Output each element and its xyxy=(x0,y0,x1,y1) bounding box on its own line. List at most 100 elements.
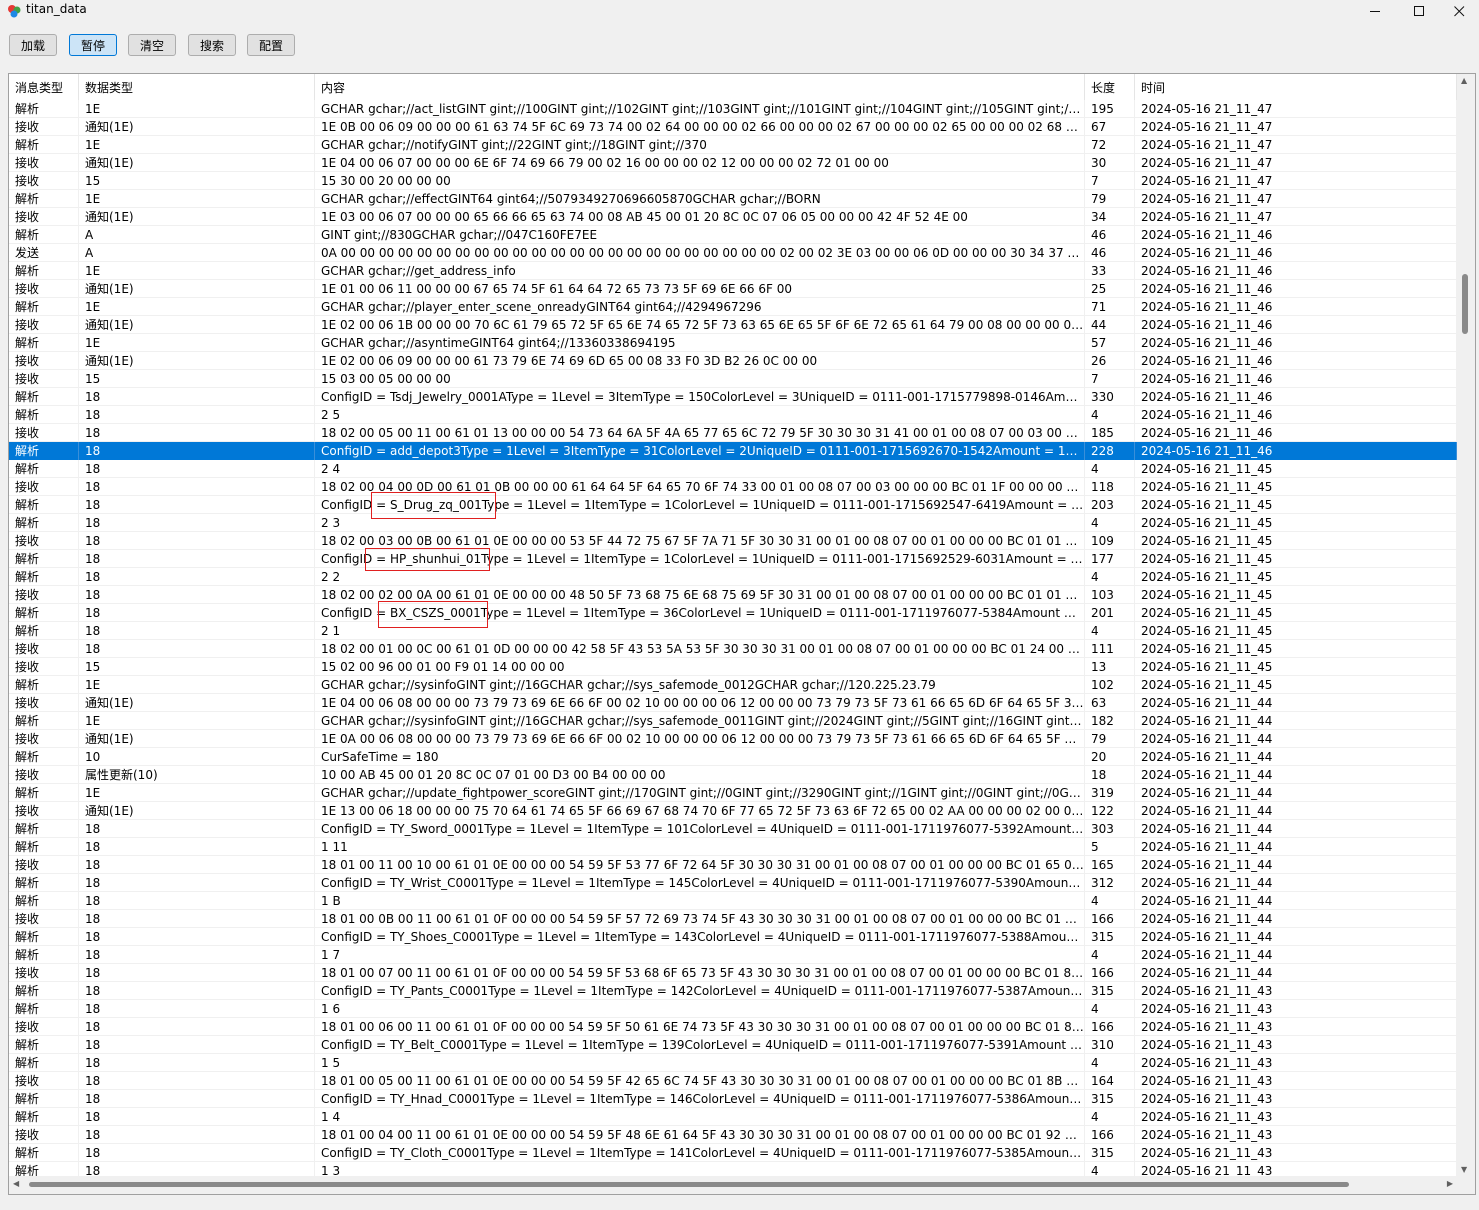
cell-content: 2 1 xyxy=(315,622,1085,640)
table-row[interactable]: 解析 1E GCHAR gchar;//act_listGINT gint;//10… xyxy=(9,100,1457,118)
table-row[interactable]: 解析 1E GCHAR gchar;//effectGINT64 gint64;//… xyxy=(9,190,1457,208)
table-row[interactable]: 解析 1E GCHAR gchar;//player_enter_scene_onr… xyxy=(9,298,1457,316)
table-row[interactable]: 接收 18 18 01 00 07 00 11 00 61 01 0F 00 00 … xyxy=(9,964,1457,982)
table-row[interactable]: 接收 18 18 02 00 01 00 0C 00 61 01 0D 00 00 … xyxy=(9,640,1457,658)
table-row[interactable]: 解析 10 CurSafeTime = 180 20 2024-05-16 21_11_… xyxy=(9,748,1457,766)
cell-content: ConfigID = Tsdj_Jewelry_0001AType = 1Lev… xyxy=(315,388,1085,406)
table-row[interactable]: 解析 18 2 3 4 2024-05-16 21_11_45 xyxy=(9,514,1457,532)
table-row[interactable]: 解析 18 1 4 4 2024-05-16 21_11_43 xyxy=(9,1108,1457,1126)
table-row[interactable]: 解析 18 2 5 4 2024-05-16 21_11_46 xyxy=(9,406,1457,424)
column-header-time[interactable]: 时间 xyxy=(1135,74,1457,100)
table-row[interactable]: 接收 通知(1E) 1E 02 00 06 1B 00 00 00 70 6C 61… xyxy=(9,316,1457,334)
cell-time: 2024-05-16 21_11_44 xyxy=(1135,892,1457,910)
table-row[interactable]: 接收 通知(1E) 1E 13 00 06 18 00 00 00 75 70 64… xyxy=(9,802,1457,820)
cell-length: 79 xyxy=(1085,190,1135,208)
table-row[interactable]: 接收 15 15 03 00 05 00 00 00 7 2024-05-16 21_1… xyxy=(9,370,1457,388)
column-header-data-type[interactable]: 数据类型 xyxy=(79,74,315,100)
load-button[interactable]: 加载 xyxy=(9,34,57,56)
scroll-up-icon[interactable]: ▲ xyxy=(1461,76,1467,85)
table-row[interactable]: 接收 18 18 01 00 04 00 11 00 61 01 0E 00 00 … xyxy=(9,1126,1457,1144)
cell-message-type: 发送 xyxy=(9,244,79,262)
search-button[interactable]: 搜索 xyxy=(188,34,236,56)
table-row[interactable]: 解析 18 ConfigID = S_Drug_zq_001Type = 1Leve… xyxy=(9,496,1457,514)
minimize-button[interactable] xyxy=(1352,0,1398,22)
table-row[interactable]: 解析 18 ConfigID = TY_Cloth_C0001Type = 1Lev… xyxy=(9,1144,1457,1162)
table-row[interactable]: 解析 1E GCHAR gchar;//sysinfoGINT gint;//16G… xyxy=(9,712,1457,730)
table-row[interactable]: 解析 18 ConfigID = TY_Shoes_C0001Type = 1Lev… xyxy=(9,928,1457,946)
table-row[interactable]: 接收 通知(1E) 1E 03 00 06 07 00 00 00 65 66 66… xyxy=(9,208,1457,226)
config-button[interactable]: 配置 xyxy=(247,34,295,56)
table-row[interactable]: 接收 18 18 02 00 03 00 0B 00 61 01 0E 00 00 … xyxy=(9,532,1457,550)
table-row[interactable]: 解析 18 1 B 4 2024-05-16 21_11_44 xyxy=(9,892,1457,910)
cell-content: 18 01 00 0B 00 11 00 61 01 0F 00 00 00 5… xyxy=(315,910,1085,928)
table-row[interactable]: 解析 18 ConfigID = TY_Sword_0001Type = 1Leve… xyxy=(9,820,1457,838)
table-row[interactable]: 解析 18 ConfigID = Tsdj_Jewelry_0001AType = … xyxy=(9,388,1457,406)
scroll-down-icon[interactable]: ▼ xyxy=(1461,1165,1467,1174)
table-row[interactable]: 解析 18 2 4 4 2024-05-16 21_11_45 xyxy=(9,460,1457,478)
table-row[interactable]: 解析 18 ConfigID = TY_Pants_C0001Type = 1Lev… xyxy=(9,982,1457,1000)
table-row[interactable]: 接收 通知(1E) 1E 0A 00 06 08 00 00 00 73 79 73… xyxy=(9,730,1457,748)
table-row[interactable]: 解析 18 1 11 5 2024-05-16 21_11_44 xyxy=(9,838,1457,856)
column-header-content[interactable]: 内容 xyxy=(315,74,1085,100)
table-row[interactable]: 发送 A 0A 00 00 00 00 00 00 00 00 00 00 00 0… xyxy=(9,244,1457,262)
table-row[interactable]: 解析 1E GCHAR gchar;//notifyGINT gint;//22GI… xyxy=(9,136,1457,154)
table-row[interactable]: 解析 1E GCHAR gchar;//asyntimeGINT64 gint64;… xyxy=(9,334,1457,352)
maximize-button[interactable] xyxy=(1396,0,1442,22)
cell-length: 310 xyxy=(1085,1036,1135,1054)
table-row[interactable]: 解析 18 2 1 4 2024-05-16 21_11_45 xyxy=(9,622,1457,640)
table-row[interactable]: 解析 1E GCHAR gchar;//update_fightpower_scor… xyxy=(9,784,1457,802)
table-row[interactable]: 解析 A GINT gint;//830GCHAR gchar;//047C160F… xyxy=(9,226,1457,244)
table-row[interactable]: 接收 通知(1E) 1E 0B 00 06 09 00 00 00 61 63 74… xyxy=(9,118,1457,136)
table-row[interactable]: 解析 18 ConfigID = TY_Belt_C0001Type = 1Leve… xyxy=(9,1036,1457,1054)
close-button[interactable] xyxy=(1440,0,1479,22)
table-row[interactable]: 解析 18 ConfigID = TY_Wrist_C0001Type = 1Lev… xyxy=(9,874,1457,892)
table-row[interactable]: 接收 15 15 30 00 20 00 00 00 7 2024-05-16 21_1… xyxy=(9,172,1457,190)
table-row[interactable]: 接收 18 18 02 00 02 00 0A 00 61 01 0E 00 00 … xyxy=(9,586,1457,604)
vertical-scrollbar[interactable]: ▲ ▼ xyxy=(1457,74,1475,1176)
table-row[interactable]: 解析 18 ConfigID = add_depot3Type = 1Level =… xyxy=(9,442,1457,460)
horizontal-scrollbar[interactable]: ◀ ▶ xyxy=(9,1176,1475,1194)
table-row[interactable]: 接收 18 18 01 00 06 00 11 00 61 01 0F 00 00 … xyxy=(9,1018,1457,1036)
table-row[interactable]: 解析 18 2 2 4 2024-05-16 21_11_45 xyxy=(9,568,1457,586)
table-row[interactable]: 接收 通知(1E) 1E 02 00 06 09 00 00 00 61 73 79… xyxy=(9,352,1457,370)
table-row[interactable]: 接收 通知(1E) 1E 04 00 06 08 00 00 00 73 79 73… xyxy=(9,694,1457,712)
column-header-message-type[interactable]: 消息类型 xyxy=(9,74,79,100)
cell-length: 44 xyxy=(1085,316,1135,334)
message-table[interactable]: 消息类型 数据类型 内容 长度 时间 解析 1E GCHAR gchar;//act… xyxy=(8,73,1476,1195)
table-row[interactable]: 解析 18 ConfigID = BX_CSZS_0001Type = 1Level… xyxy=(9,604,1457,622)
cell-time: 2024-05-16 21_11_47 xyxy=(1135,118,1457,136)
table-row[interactable]: 解析 18 1 7 4 2024-05-16 21_11_44 xyxy=(9,946,1457,964)
table-row[interactable]: 接收 属性更新(10) 10 00 AB 45 00 01 20 8C 0C 07 … xyxy=(9,766,1457,784)
table-row[interactable]: 接收 通知(1E) 1E 01 00 06 11 00 00 00 67 65 74… xyxy=(9,280,1457,298)
table-row[interactable]: 接收 18 18 01 00 11 00 10 00 61 01 0E 00 00 … xyxy=(9,856,1457,874)
scroll-right-icon[interactable]: ▶ xyxy=(1447,1179,1453,1188)
cell-message-type: 解析 xyxy=(9,604,79,622)
table-row[interactable]: 解析 18 ConfigID = HP_shunhui_01Type = 1Leve… xyxy=(9,550,1457,568)
cell-message-type: 解析 xyxy=(9,406,79,424)
scroll-left-icon[interactable]: ◀ xyxy=(13,1179,19,1188)
close-icon xyxy=(1454,5,1465,16)
table-row[interactable]: 接收 18 18 02 00 04 00 0D 00 61 01 0B 00 00 … xyxy=(9,478,1457,496)
cell-length: 4 xyxy=(1085,622,1135,640)
cell-content: CurSafeTime = 180 xyxy=(315,748,1085,766)
table-row[interactable]: 接收 18 18 02 00 05 00 11 00 61 01 13 00 00 … xyxy=(9,424,1457,442)
cell-time: 2024-05-16 21_11_46 xyxy=(1135,370,1457,388)
table-row[interactable]: 解析 1E GCHAR gchar;//sysinfoGINT gint;//16G… xyxy=(9,676,1457,694)
table-row[interactable]: 解析 1E GCHAR gchar;//get_address_info 33 2024… xyxy=(9,262,1457,280)
clear-button[interactable]: 清空 xyxy=(128,34,176,56)
vertical-scroll-thumb[interactable] xyxy=(1462,274,1468,334)
table-row[interactable]: 接收 通知(1E) 1E 04 00 06 07 00 00 00 6E 6F 74… xyxy=(9,154,1457,172)
cell-length: 109 xyxy=(1085,532,1135,550)
cell-content: 15 30 00 20 00 00 00 xyxy=(315,172,1085,190)
table-row[interactable]: 解析 18 1 5 4 2024-05-16 21_11_43 xyxy=(9,1054,1457,1072)
pause-button[interactable]: 暂停 xyxy=(69,34,117,56)
column-header-length[interactable]: 长度 xyxy=(1085,74,1135,100)
table-row[interactable]: 解析 18 1 6 4 2024-05-16 21_11_43 xyxy=(9,1000,1457,1018)
table-row[interactable]: 接收 15 15 02 00 96 00 01 00 F9 01 14 00 00 … xyxy=(9,658,1457,676)
horizontal-scroll-thumb[interactable] xyxy=(29,1182,1349,1187)
table-row[interactable]: 接收 18 18 01 00 0B 00 11 00 61 01 0F 00 00 … xyxy=(9,910,1457,928)
cell-message-type: 解析 xyxy=(9,1036,79,1054)
table-row[interactable]: 解析 18 ConfigID = TY_Hnad_C0001Type = 1Leve… xyxy=(9,1090,1457,1108)
table-row[interactable]: 接收 18 18 01 00 05 00 11 00 61 01 0E 00 00 … xyxy=(9,1072,1457,1090)
cell-data-type: 18 xyxy=(79,424,315,442)
